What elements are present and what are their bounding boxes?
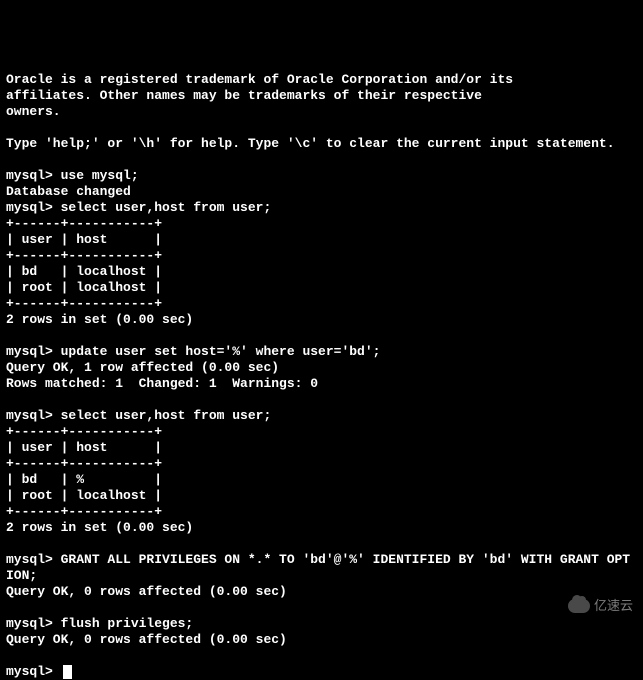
command-line: mysql> GRANT ALL PRIVILEGES ON *.* TO 'b… <box>6 552 630 567</box>
prompt: mysql> <box>6 552 61 567</box>
table-border: +------+-----------+ <box>6 456 162 471</box>
table-row: | root | localhost | <box>6 488 162 503</box>
table-row: | bd | localhost | <box>6 264 162 279</box>
table-border: +------+-----------+ <box>6 296 162 311</box>
cursor-icon <box>63 665 72 679</box>
command-input: GRANT ALL PRIVILEGES ON *.* TO 'bd'@'%' … <box>61 552 631 567</box>
watermark-text: 亿速云 <box>594 598 633 614</box>
table-border: +------+-----------+ <box>6 504 162 519</box>
table-border: +------+-----------+ <box>6 424 162 439</box>
response-text: Query OK, 1 row affected (0.00 sec) <box>6 360 279 375</box>
trademark-text: owners. <box>6 104 61 119</box>
command-line: mysql> use mysql; <box>6 168 139 183</box>
table-row: | root | localhost | <box>6 280 162 295</box>
table-border: +------+-----------+ <box>6 248 162 263</box>
watermark: 亿速云 <box>568 598 633 614</box>
active-prompt[interactable]: mysql> <box>6 664 72 679</box>
command-line: mysql> select user,host from user; <box>6 408 271 423</box>
command-continuation: ION; <box>6 568 37 583</box>
command-input: select user,host from user; <box>61 408 272 423</box>
command-input: use mysql; <box>61 168 139 183</box>
command-input: update user set host='%' where user='bd'… <box>61 344 381 359</box>
response-text: 2 rows in set (0.00 sec) <box>6 520 193 535</box>
command-line: mysql> select user,host from user; <box>6 200 271 215</box>
response-text: Rows matched: 1 Changed: 1 Warnings: 0 <box>6 376 318 391</box>
command-input: select user,host from user; <box>61 200 272 215</box>
trademark-text: affiliates. Other names may be trademark… <box>6 88 482 103</box>
response-text: Query OK, 0 rows affected (0.00 sec) <box>6 584 287 599</box>
table-header: | user | host | <box>6 232 162 247</box>
prompt: mysql> <box>6 200 61 215</box>
prompt: mysql> <box>6 408 61 423</box>
response-text: 2 rows in set (0.00 sec) <box>6 312 193 327</box>
trademark-text: Oracle is a registered trademark of Orac… <box>6 72 513 87</box>
response-text: Query OK, 0 rows affected (0.00 sec) <box>6 632 287 647</box>
cloud-icon <box>568 599 590 613</box>
table-row: | bd | % | <box>6 472 162 487</box>
table-header: | user | host | <box>6 440 162 455</box>
prompt: mysql> <box>6 344 61 359</box>
prompt: mysql> <box>6 664 61 679</box>
command-line: mysql> update user set host='%' where us… <box>6 344 380 359</box>
table-border: +------+-----------+ <box>6 216 162 231</box>
response-text: Database changed <box>6 184 131 199</box>
prompt: mysql> <box>6 168 61 183</box>
help-text: Type 'help;' or '\h' for help. Type '\c'… <box>6 136 615 151</box>
